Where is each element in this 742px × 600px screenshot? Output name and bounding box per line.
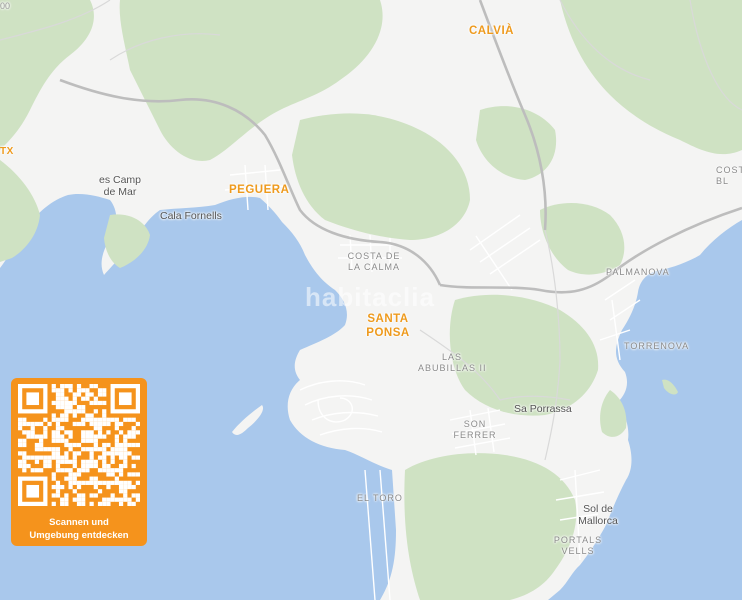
label-costa-de-la-calma[interactable]: COSTA DE LA CALMA [340,252,408,272]
label-peguera[interactable]: PEGUERA [229,184,289,197]
label-son-ferrer-line1: SON [463,419,487,429]
label-santa-ponsa-line2: PONSA [366,326,410,339]
label-el-toro[interactable]: EL TORO [357,494,403,503]
label-las-abubillas-line1: LAS [441,352,462,362]
label-santa-ponsa[interactable]: SANTA PONSA [366,313,410,339]
label-sol-de-mallorca-line1: Sol de [583,503,613,515]
label-costa-edge-line1: COST [716,165,742,175]
label-corner-edge: 00 [0,1,11,11]
label-sa-porrassa[interactable]: Sa Porrassa [514,404,572,415]
label-portals-vells[interactable]: PORTALS VELLS [552,536,604,556]
label-costa-de-la-calma-line1: COSTA DE [347,251,401,261]
label-costa-edge-line2: BL [716,176,730,186]
label-sol-de-mallorca[interactable]: Sol de Mallorca [574,504,622,526]
label-camp-de-mar-line1: es Camp [98,174,141,186]
label-torrenova[interactable]: TORRENOVA [624,342,689,351]
label-left-edge[interactable]: TX [0,147,14,157]
label-camp-de-mar[interactable]: es Camp de Mar [95,175,145,197]
habitaclia-watermark: habitaclia [305,282,435,312]
qr-code-card[interactable]: Scannen und Umgebung entdecken [11,378,147,546]
label-cala-fornells[interactable]: Cala Fornells [160,211,222,222]
label-santa-ponsa-line1: SANTA [367,313,409,325]
label-costa-edge[interactable]: COST BL [716,166,742,186]
qr-code-icon [18,384,140,506]
label-sol-de-mallorca-line2: Mallorca [578,514,618,527]
label-las-abubillas-line2: ABUBILLAS II [418,363,487,373]
label-son-ferrer[interactable]: SON FERRER [450,420,500,440]
label-portals-vells-line2: VELLS [561,546,595,556]
label-portals-vells-line1: PORTALS [553,535,603,545]
label-camp-de-mar-line2: de Mar [103,185,137,198]
qr-caption-line2: Umgebung entdecken [29,530,129,541]
label-calvia[interactable]: CALVIÀ [469,25,514,38]
label-las-abubillas[interactable]: LAS ABUBILLAS II [418,353,486,373]
qr-caption: Scannen und Umgebung entdecken [11,516,147,542]
label-palmanova[interactable]: PALMANOVA [606,268,670,277]
label-costa-de-la-calma-line2: LA CALMA [347,262,401,272]
qr-caption-line1: Scannen und [49,517,109,528]
label-son-ferrer-line2: FERRER [453,430,497,440]
